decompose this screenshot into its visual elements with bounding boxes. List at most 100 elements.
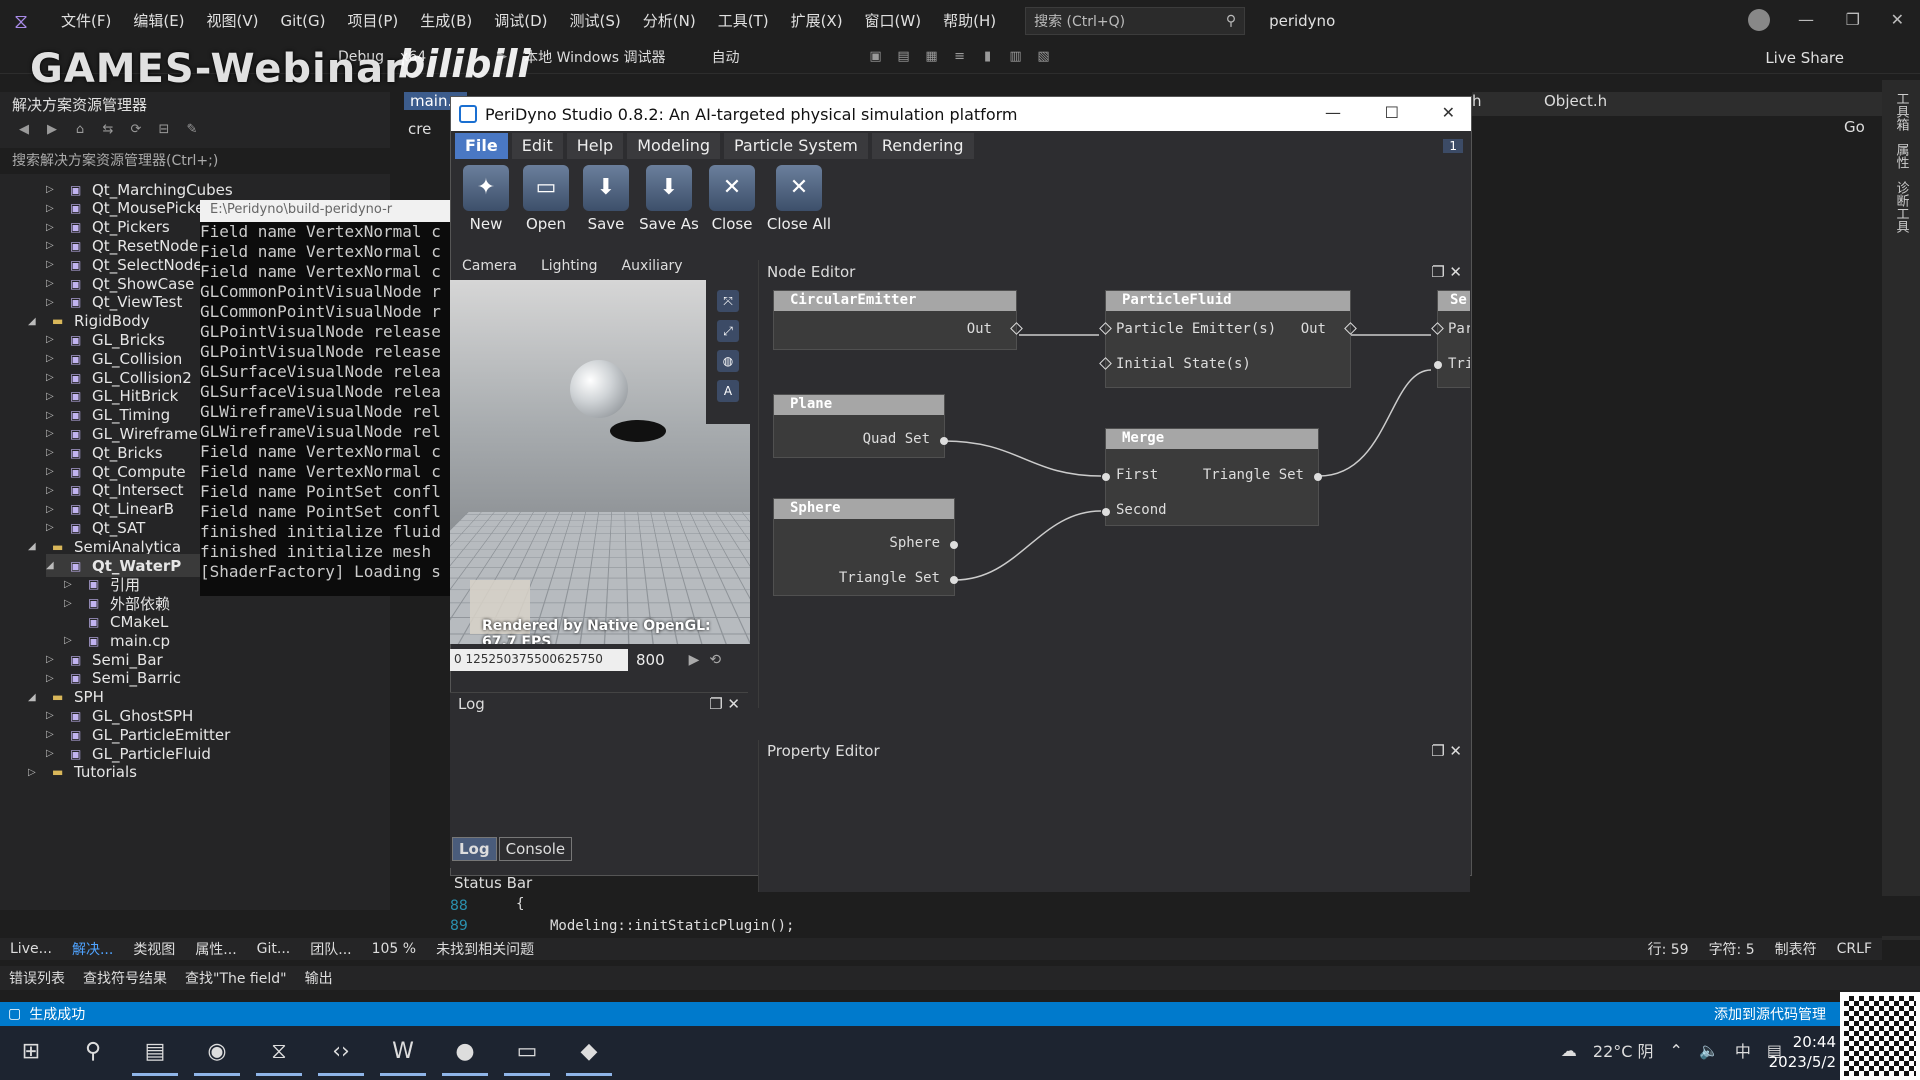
- menu-tools[interactable]: 工具(T): [707, 10, 780, 31]
- tab-output[interactable]: 输出: [305, 968, 333, 988]
- menu-project[interactable]: 项目(P): [337, 10, 410, 31]
- word-icon[interactable]: W: [380, 1030, 426, 1076]
- peridyno-taskbar-icon[interactable]: ◆: [566, 1030, 612, 1076]
- collapsed-arrow-icon[interactable]: ▷: [46, 334, 60, 345]
- tab-file[interactable]: File: [455, 133, 508, 159]
- menu-file[interactable]: 文件(F): [50, 10, 122, 31]
- expanded-arrow-icon[interactable]: ◢: [28, 541, 42, 552]
- toolbar-icon-6[interactable]: ▧: [1036, 49, 1052, 65]
- collapsed-arrow-icon[interactable]: ▷: [46, 222, 60, 233]
- save-button[interactable]: ⬇ Save: [577, 165, 635, 233]
- tab-team[interactable]: 团队...: [310, 939, 351, 959]
- tab-rendering[interactable]: Rendering: [871, 133, 974, 159]
- volume-icon[interactable]: 🔈: [1699, 1041, 1719, 1060]
- tab-badge[interactable]: 1: [1443, 139, 1463, 153]
- file-explorer-icon[interactable]: ▤: [132, 1030, 178, 1076]
- collapsed-arrow-icon[interactable]: ▷: [46, 428, 60, 439]
- open-button[interactable]: ▭ Open: [517, 165, 575, 233]
- restore-icon[interactable]: ❐: [1846, 10, 1860, 29]
- fit-view-icon[interactable]: ⤧: [717, 290, 739, 312]
- node-plane[interactable]: Plane Quad Set: [773, 394, 948, 458]
- vs-search-box[interactable]: 搜索 (Ctrl+Q) ⚲: [1025, 6, 1246, 35]
- menu-view[interactable]: 视图(V): [196, 10, 270, 31]
- axis-a-icon[interactable]: A: [717, 380, 739, 402]
- start-icon[interactable]: ⊞: [8, 1030, 54, 1076]
- vscode-icon[interactable]: ‹›: [318, 1030, 364, 1076]
- toolbar-icon-1[interactable]: ▣: [868, 49, 884, 65]
- collapsed-arrow-icon[interactable]: ▷: [64, 635, 78, 646]
- reset-icon[interactable]: ⟲: [709, 652, 721, 668]
- log-dock-close-icon[interactable]: ❐ ✕: [709, 695, 740, 715]
- menu-git[interactable]: Git(G): [270, 12, 337, 30]
- minimize-icon[interactable]: —: [1798, 10, 1814, 29]
- tree-item[interactable]: ▷ ▬ Tutorials: [28, 761, 390, 784]
- collapsed-arrow-icon[interactable]: ▷: [46, 278, 60, 289]
- pd-close-icon[interactable]: ✕: [1442, 103, 1455, 122]
- menu-build[interactable]: 生成(B): [409, 10, 483, 31]
- tab-properties[interactable]: 属性...: [195, 939, 236, 959]
- go-button[interactable]: Go: [1844, 118, 1865, 136]
- menu-window[interactable]: 窗口(W): [854, 10, 933, 31]
- menu-help[interactable]: 帮助(H): [932, 10, 1007, 31]
- collapsed-arrow-icon[interactable]: ▷: [64, 579, 78, 590]
- collapsed-arrow-icon[interactable]: ▷: [46, 673, 60, 684]
- tab-error-list[interactable]: 错误列表: [9, 968, 65, 988]
- properties-tab[interactable]: 属性: [1892, 143, 1911, 169]
- tab-help[interactable]: Help: [566, 133, 624, 159]
- timeline-slider[interactable]: 0 125250375500625750: [450, 649, 628, 671]
- collapsed-arrow-icon[interactable]: ▷: [46, 466, 60, 477]
- back-icon[interactable]: ◀: [16, 122, 32, 138]
- zoom-level[interactable]: 105 %: [372, 941, 416, 957]
- node-particle-fluid[interactable]: ParticleFluid Particle Emitter(s) Out In…: [1099, 290, 1357, 388]
- collapsed-arrow-icon[interactable]: ▷: [46, 504, 60, 515]
- tab-live[interactable]: Live...: [10, 941, 52, 957]
- node-editor[interactable]: Node Editor ❐ ✕ CircularEmitter Out Parti…: [758, 260, 1470, 708]
- clock[interactable]: 20:44 2023/5/2: [1769, 1032, 1836, 1072]
- collapsed-arrow-icon[interactable]: ▷: [46, 522, 60, 533]
- toolbar-icon-4[interactable]: ≡: [952, 49, 968, 65]
- tab-solution[interactable]: 解决...: [72, 939, 113, 959]
- pd-maximize-icon[interactable]: ☐: [1385, 103, 1399, 122]
- collapsed-arrow-icon[interactable]: ▷: [46, 203, 60, 214]
- collapsed-arrow-icon[interactable]: ▷: [46, 372, 60, 383]
- port-out[interactable]: [950, 576, 958, 584]
- menu-analyze[interactable]: 分析(N): [632, 10, 707, 31]
- menu-edit[interactable]: 编辑(E): [122, 10, 195, 31]
- toolbar-icon-3[interactable]: ▦: [924, 49, 940, 65]
- move-icon[interactable]: ⤢: [717, 320, 739, 342]
- toolbar-icon-5[interactable]: ▥: [1008, 49, 1024, 65]
- editor-tab-h[interactable]: h: [1472, 92, 1482, 110]
- toolbox-tab[interactable]: 工具箱: [1892, 92, 1911, 131]
- collapsed-arrow-icon[interactable]: ▷: [46, 410, 60, 421]
- save-as-button[interactable]: ⬇ Save As: [637, 165, 701, 233]
- port-in[interactable]: [1434, 361, 1442, 369]
- play-icon[interactable]: ▶: [689, 652, 700, 668]
- node-merge[interactable]: Merge First Triangle Set Second: [1102, 428, 1322, 526]
- collapsed-arrow-icon[interactable]: ▷: [64, 598, 78, 609]
- obs-icon[interactable]: ●: [442, 1030, 488, 1076]
- tab-find-field[interactable]: 查找"The field": [185, 968, 287, 988]
- tab-console[interactable]: Console: [498, 837, 573, 861]
- close-icon[interactable]: ✕: [1891, 10, 1904, 29]
- tab-edit[interactable]: Edit: [511, 133, 563, 159]
- node-sphere[interactable]: Sphere Sphere Triangle Set: [773, 498, 958, 596]
- collapsed-arrow-icon[interactable]: ▷: [46, 297, 60, 308]
- terminal-icon[interactable]: ▭: [504, 1030, 550, 1076]
- collapsed-arrow-icon[interactable]: ▷: [46, 184, 60, 195]
- collapsed-arrow-icon[interactable]: ▷: [46, 447, 60, 458]
- tab-class-view[interactable]: 类视图: [133, 939, 175, 959]
- collapsed-arrow-icon[interactable]: ▷: [46, 353, 60, 364]
- tray-expand-icon[interactable]: ⌃: [1670, 1041, 1683, 1060]
- menu-debug[interactable]: 调试(D): [483, 10, 558, 31]
- menu-extensions[interactable]: 扩展(X): [780, 10, 854, 31]
- diagnostics-tab[interactable]: 诊断工具: [1892, 181, 1911, 233]
- collapsed-arrow-icon[interactable]: ▷: [46, 729, 60, 740]
- collapsed-arrow-icon[interactable]: ▷: [28, 767, 42, 778]
- close-file-button[interactable]: ✕ Close: [703, 165, 761, 233]
- chrome-icon[interactable]: ◉: [194, 1030, 240, 1076]
- add-source-control[interactable]: 添加到源代码管理: [1714, 1004, 1826, 1024]
- expanded-arrow-icon[interactable]: ◢: [28, 316, 42, 327]
- port-out[interactable]: [1314, 473, 1322, 481]
- expanded-arrow-icon[interactable]: ◢: [28, 692, 42, 703]
- forward-icon[interactable]: ▶: [44, 122, 60, 138]
